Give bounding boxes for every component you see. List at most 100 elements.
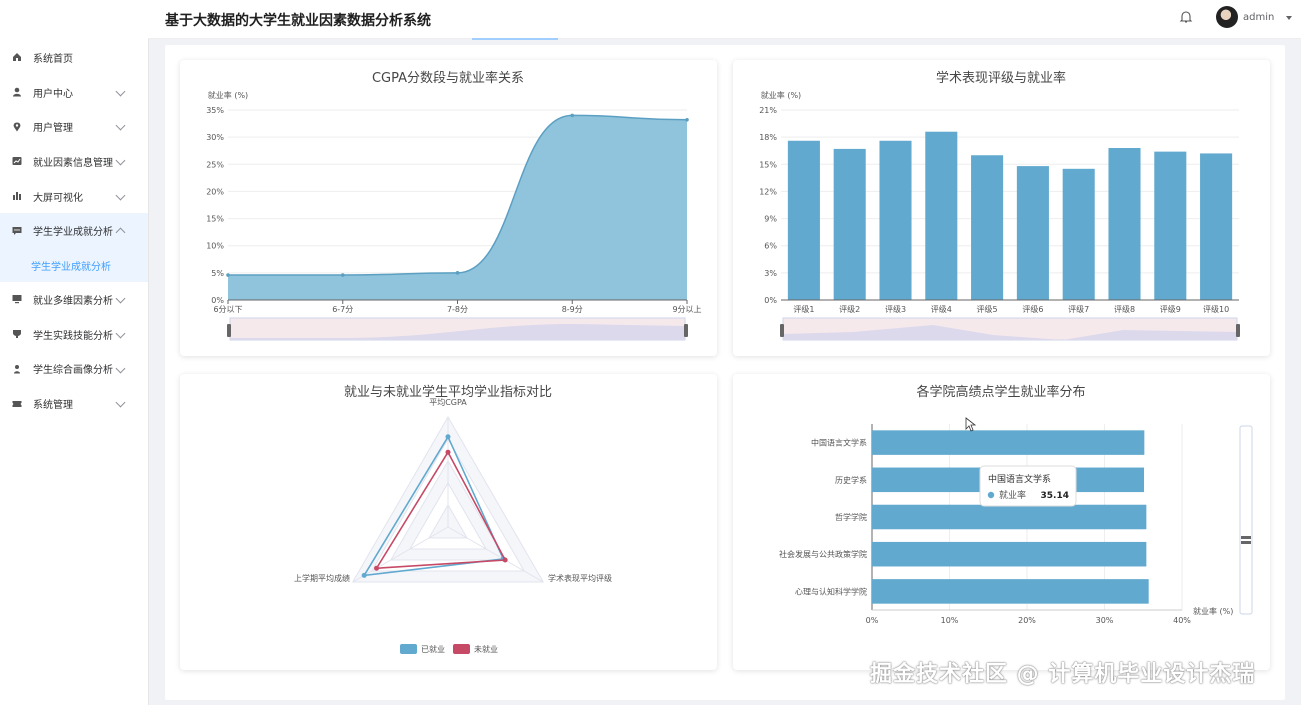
vertical-zoom-slider[interactable]	[1239, 425, 1253, 615]
caret-down-icon[interactable]	[1286, 16, 1292, 20]
chevron-down-icon	[115, 190, 126, 201]
cup-icon	[13, 330, 21, 339]
x-tick-label: 7-8分	[447, 305, 468, 314]
y-tick-label: 20%	[206, 187, 224, 196]
tooltip: 中国语言文学系就业率 35.14	[979, 465, 1077, 507]
radar-point[interactable]	[445, 434, 451, 440]
sidebar-item[interactable]: 系统管理	[0, 386, 148, 421]
sidebar-item[interactable]: 学生学业成就分析	[0, 213, 148, 249]
avatar[interactable]	[1216, 6, 1238, 28]
chart-card-college: 各学院高绩点学生就业率分布 0% 10% 20% 30% 40% 就业率 (%) 中国语言文学…	[733, 374, 1270, 670]
y-tick-label: 5%	[211, 269, 224, 278]
chart-card-radar: 就业与未就业学生平均学业指标对比 平均CGPA 上学期平均成绩 学术表现平均评级 已就业…	[180, 374, 717, 670]
location-icon	[13, 122, 21, 132]
bar[interactable]	[1108, 148, 1141, 300]
chart-title: 学术表现评级与就业率	[936, 70, 1066, 86]
sidebar-item[interactable]: 用户中心	[0, 75, 148, 110]
chevron-down-icon	[115, 363, 126, 373]
monitor-icon	[12, 295, 22, 304]
sidebar-item[interactable]: 大屏可视化	[0, 179, 148, 214]
x-tick-label: 评级7	[1068, 304, 1089, 314]
chart-title: 各学院高绩点学生就业率分布	[916, 384, 1085, 400]
legend-swatch[interactable]	[453, 644, 470, 654]
x-tick-label: 6分以下	[213, 305, 242, 314]
bell-icon[interactable]	[1179, 10, 1193, 24]
chart-card-cgpa: CGPA分数段与就业率关系 就业率 (%) 0% 5% 10% 15% 20% 25% 30% 3…	[180, 60, 717, 356]
x-tick-label: 6-7分	[332, 305, 353, 314]
y-tick-label: 3%	[764, 269, 777, 278]
bar[interactable]	[833, 148, 866, 300]
chat-icon	[12, 226, 22, 235]
sidebar-menu: 系统首页 用户中心 用户管理就业因素信息管理 大屏可视化学生学业成就分析 学生学业成就分…	[0, 40, 148, 421]
bar[interactable]	[872, 430, 1145, 455]
chart-icon	[12, 157, 22, 166]
data-point[interactable]	[340, 273, 345, 277]
radar-point[interactable]	[361, 572, 367, 578]
user-icon	[13, 87, 21, 97]
chevron-down-icon	[115, 328, 126, 339]
y-tick-label: 社会发展与公共政策学院	[779, 549, 867, 559]
bar[interactable]	[787, 140, 820, 300]
sidebar-item[interactable]: 就业因素信息管理	[0, 144, 148, 179]
sidebar-item[interactable]: 用户管理	[0, 109, 148, 144]
bar[interactable]	[1200, 153, 1233, 300]
watermark: 掘金技术社区 @ 计算机毕业设计杰瑞	[870, 662, 1256, 687]
radar-indicator-label: 上学期平均成绩	[294, 573, 350, 583]
vertical-zoom-handle[interactable]	[1241, 541, 1251, 544]
zoom-handle-right[interactable]	[684, 324, 688, 337]
bar[interactable]	[925, 131, 958, 300]
bar[interactable]	[1154, 151, 1187, 300]
zoom-handle-left[interactable]	[780, 324, 784, 337]
y-tick-label: 15%	[206, 215, 224, 224]
y-tick-label: 15%	[759, 160, 777, 169]
y-tick-label: 中国语言文学系	[811, 438, 867, 448]
submenu-item-active[interactable]: 学生学业成就分析	[0, 248, 148, 283]
bar[interactable]	[872, 504, 1147, 530]
x-tick-label: 评级3	[885, 304, 906, 314]
sidebar-item[interactable]: 系统首页	[0, 40, 148, 75]
vertical-zoom-handle[interactable]	[1241, 536, 1251, 539]
x-tick-label: 评级6	[1022, 304, 1043, 314]
y-tick-label: 35%	[206, 106, 224, 115]
bar[interactable]	[1016, 166, 1049, 300]
y-tick-label: 9%	[764, 215, 777, 224]
chevron-down-icon	[115, 293, 126, 304]
bar[interactable]	[971, 155, 1004, 300]
home-icon	[13, 53, 21, 62]
username[interactable]: admin	[1243, 12, 1274, 23]
x-axis-label: 就业率 (%)	[1193, 606, 1233, 616]
bar[interactable]	[872, 541, 1147, 567]
sidebar-item-label: 学生实践技能分析	[33, 330, 113, 342]
sidebar: 系统首页 用户中心 用户管理就业因素信息管理 大屏可视化学生学业成就分析 学生学业成就分…	[0, 0, 149, 705]
y-tick-label: 6%	[764, 242, 777, 251]
x-tick-label: 评级2	[839, 304, 860, 314]
bar[interactable]	[1062, 168, 1095, 300]
x-tick-label: 30%	[1096, 616, 1114, 625]
data-point[interactable]	[570, 113, 575, 118]
y-tick-label: 心理与认知科学学院	[795, 586, 867, 596]
bar[interactable]	[872, 579, 1149, 604]
chart-card-rating: 学术表现评级与就业率 就业率 (%) 0% 3% 6% 9% 12% 15% 18% 21% 评级1…	[733, 60, 1270, 356]
x-tick-label: 0%	[866, 616, 879, 625]
sidebar-item-label: 就业因素信息管理	[33, 157, 113, 169]
sidebar-item[interactable]: 学生实践技能分析	[0, 317, 148, 352]
sidebar-item-label: 大屏可视化	[33, 192, 83, 204]
sidebar-item-label: 系统管理	[33, 400, 73, 412]
zoom-handle-left[interactable]	[227, 324, 231, 337]
sidebar-item[interactable]: 学生综合画像分析	[0, 352, 148, 387]
radar-point[interactable]	[502, 557, 508, 563]
x-tick-label: 评级4	[931, 304, 952, 314]
data-point[interactable]	[455, 271, 460, 275]
x-tick-label: 评级9	[1160, 304, 1181, 314]
zoom-handle-right[interactable]	[1236, 324, 1240, 337]
legend-swatch[interactable]	[400, 644, 417, 654]
data-point[interactable]	[685, 117, 689, 122]
tooltip-label: 就业率	[999, 489, 1026, 501]
chevron-down-icon	[115, 397, 126, 408]
radar-point[interactable]	[374, 565, 380, 571]
radar-point[interactable]	[445, 449, 451, 455]
sidebar-item[interactable]: 就业多维因素分析	[0, 282, 148, 317]
data-point[interactable]	[226, 273, 230, 277]
bar[interactable]	[879, 140, 912, 300]
tooltip-marker	[987, 491, 995, 499]
